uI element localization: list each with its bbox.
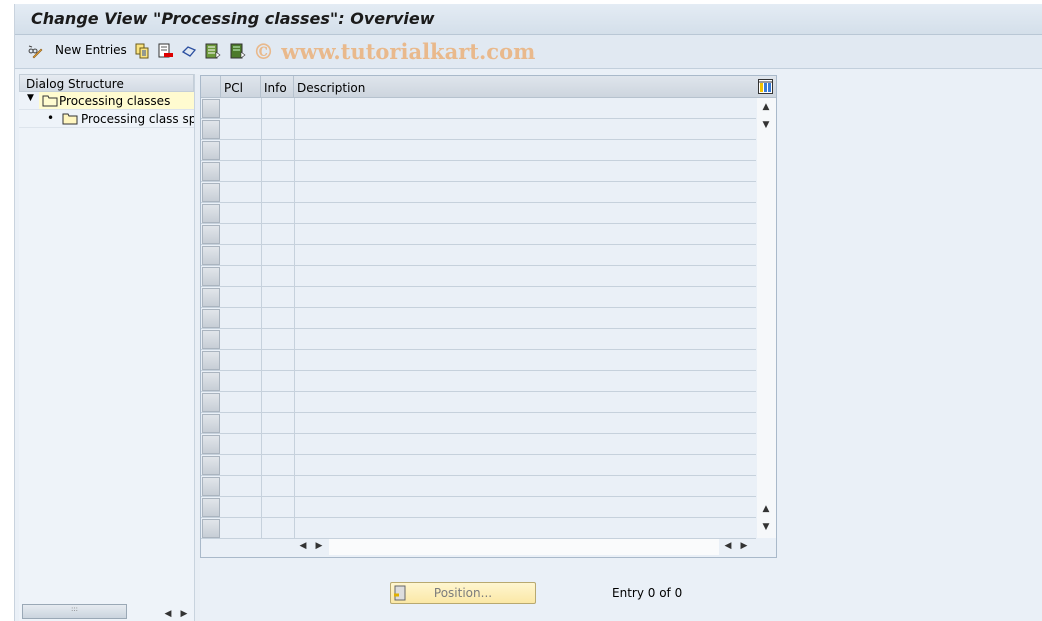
row-selector[interactable] [202, 288, 220, 307]
new-entries-button[interactable]: New Entries [55, 43, 127, 59]
tree-node-processing-classes[interactable]: ▼ Processing classes [19, 92, 194, 110]
table-row[interactable] [201, 161, 756, 182]
page-title: Change View "Processing classes": Overvi… [31, 9, 435, 28]
table-row[interactable] [201, 140, 756, 161]
entry-count: Entry 0 of 0 [612, 586, 683, 600]
horizontal-scrollbar-thumb[interactable]: ::: [22, 604, 127, 619]
folder-icon [62, 113, 78, 125]
position-button[interactable]: Position... [390, 582, 536, 604]
tree-node-processing-class-spec[interactable]: • Processing class spec [19, 110, 194, 128]
scroll-left-icon[interactable]: ◀ [721, 541, 735, 551]
undo-icon[interactable] [181, 43, 197, 59]
row-selector[interactable] [202, 414, 220, 433]
table-row[interactable] [201, 434, 756, 455]
table-row[interactable] [201, 413, 756, 434]
column-header-description[interactable]: Description [294, 76, 757, 98]
position-icon [394, 585, 406, 601]
row-selector[interactable] [202, 99, 220, 118]
main-window: Change View "Processing classes": Overvi… [14, 4, 1042, 621]
row-selector[interactable] [202, 456, 220, 475]
row-selector[interactable] [202, 204, 220, 223]
row-selector[interactable] [202, 141, 220, 160]
column-header-pcl[interactable]: PCl [221, 76, 261, 98]
scroll-left-icon[interactable]: ◀ [296, 541, 310, 551]
table-row[interactable] [201, 518, 756, 539]
tree-node-label: Processing classes [59, 94, 171, 108]
row-selector[interactable] [202, 372, 220, 391]
scroll-down-icon[interactable]: ▼ [759, 522, 773, 532]
tree-node-label: Processing class spec [81, 112, 194, 126]
expand-triangle-icon[interactable]: ▼ [27, 93, 34, 103]
select-all-rows[interactable] [201, 76, 221, 98]
row-selector[interactable] [202, 330, 220, 349]
table-row[interactable] [201, 224, 756, 245]
folder-open-icon [42, 95, 58, 107]
edit-glasses-icon[interactable] [27, 43, 43, 59]
select-block-icon[interactable] [230, 43, 246, 59]
scroll-up-icon[interactable]: ▲ [759, 102, 773, 112]
scroll-right-icon[interactable]: ▶ [312, 541, 326, 551]
table-control: PCl Info Description ▲ ▼ ▲ ▼ ◀ ▶ ◀ ▶ [200, 75, 777, 558]
table-row[interactable] [201, 392, 756, 413]
table-row[interactable] [201, 245, 756, 266]
scroll-left-icon[interactable]: ◀ [161, 609, 175, 619]
table-row[interactable] [201, 98, 756, 119]
select-all-icon[interactable] [205, 43, 221, 59]
row-selector[interactable] [202, 267, 220, 286]
table-row[interactable] [201, 350, 756, 371]
copy-icon[interactable] [134, 43, 150, 59]
vertical-scrollbar[interactable]: ▲ ▼ ▲ ▼ [757, 98, 776, 538]
table-row[interactable] [201, 266, 756, 287]
row-selector[interactable] [202, 477, 220, 496]
row-selector[interactable] [202, 225, 220, 244]
table-row[interactable] [201, 287, 756, 308]
row-selector[interactable] [202, 498, 220, 517]
scroll-up-icon[interactable]: ▲ [759, 504, 773, 514]
table-row[interactable] [201, 203, 756, 224]
title-bar: Change View "Processing classes": Overvi… [15, 4, 1042, 35]
row-selector[interactable] [202, 351, 220, 370]
dialog-structure-panel: Dialog Structure ▼ Processing classes • … [19, 74, 195, 621]
scroll-down-icon[interactable]: ▼ [759, 120, 773, 130]
row-selector[interactable] [202, 183, 220, 202]
scroll-right-icon[interactable]: ▶ [177, 609, 191, 619]
table-row[interactable] [201, 371, 756, 392]
row-selector[interactable] [202, 519, 220, 538]
table-settings-icon[interactable] [758, 79, 773, 94]
table-row[interactable] [201, 182, 756, 203]
table-row[interactable] [201, 308, 756, 329]
column-header-info[interactable]: Info [261, 76, 294, 98]
table-row[interactable] [201, 119, 756, 140]
row-selector[interactable] [202, 246, 220, 265]
row-selector[interactable] [202, 435, 220, 454]
row-selector[interactable] [202, 120, 220, 139]
delete-icon[interactable] [158, 43, 174, 59]
table-header: PCl Info Description [201, 76, 776, 98]
row-selector[interactable] [202, 162, 220, 181]
toolbar: New Entries © www.tutorialkart.com [15, 35, 1042, 69]
table-row[interactable] [201, 329, 756, 350]
watermark: © www.tutorialkart.com [253, 39, 536, 64]
table-row[interactable] [201, 455, 756, 476]
row-selector[interactable] [202, 309, 220, 328]
dialog-structure-header: Dialog Structure [19, 74, 194, 92]
table-row[interactable] [201, 476, 756, 497]
horizontal-scrollbar[interactable] [329, 539, 719, 555]
row-selector[interactable] [202, 393, 220, 412]
position-label: Position... [433, 586, 493, 600]
scroll-right-icon[interactable]: ▶ [737, 541, 751, 551]
table-row[interactable] [201, 497, 756, 518]
